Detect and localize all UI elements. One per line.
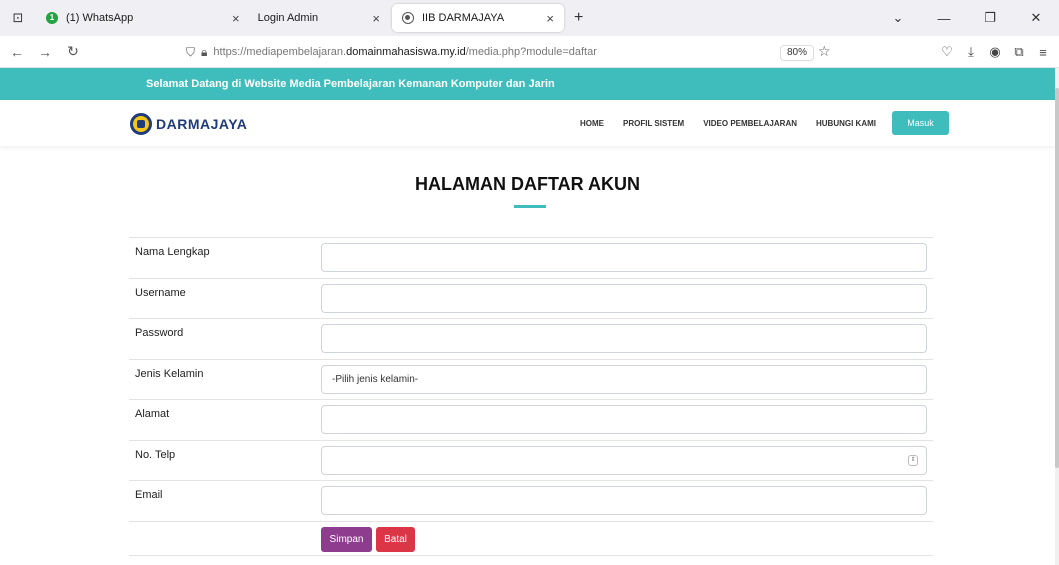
reload-icon[interactable]: ↻ <box>62 43 84 60</box>
masuk-button[interactable]: Masuk <box>892 111 949 135</box>
tab-whatsapp[interactable]: 1 (1) WhatsApp <box>36 4 222 32</box>
close-window-icon[interactable]: ✕ <box>1013 10 1059 26</box>
new-tab-button[interactable]: + <box>574 9 583 27</box>
window-controls: ⌄ — ❐ ✕ <box>875 0 1059 36</box>
username-input[interactable] <box>321 283 927 313</box>
welcome-banner: Selamat Datang di Website Media Pembelaj… <box>0 68 1055 100</box>
menu-video-pembelajaran[interactable]: VIDEO PEMBELAJARAN <box>703 119 797 128</box>
tab-label: Login Admin <box>257 12 319 24</box>
page-content: Selamat Datang di Website Media Pembelaj… <box>0 68 1055 565</box>
forward-icon[interactable]: → <box>34 44 56 60</box>
form-row-jenis-kelamin: Jenis Kelamin -Pilih jenis kelamin- <box>129 358 933 400</box>
url-domain: domainmahasiswa.my.id <box>346 46 466 58</box>
logo-emblem-icon <box>130 112 152 135</box>
url-base: https://mediapembelajaran. <box>213 46 347 58</box>
alamat-input[interactable] <box>321 405 927 434</box>
globe-icon <box>402 12 414 24</box>
field-label: No. Telp <box>135 448 176 461</box>
bookmark-star-icon[interactable]: ☆ <box>818 43 831 60</box>
field-label: Alamat <box>135 408 170 420</box>
url-bar[interactable]: ⛉ 🔒︎ https://mediapembelajaran. domainmah… <box>186 40 846 64</box>
form-row-alamat: Alamat <box>129 399 933 440</box>
field-label: Jenis Kelamin <box>135 367 204 380</box>
logo-name: DARMAJAYA <box>156 116 248 132</box>
title-underline <box>514 205 546 208</box>
browser-toolbar: ♡ ⤓ ◉ ⧉ ≡ <box>935 36 1055 68</box>
scrollbar-thumb[interactable] <box>1055 88 1059 468</box>
chevron-down-icon[interactable]: ⌄ <box>875 10 921 26</box>
pocket-icon[interactable]: ♡ <box>935 44 959 60</box>
form-row-email: Email <box>129 480 933 521</box>
batal-button[interactable]: Batal <box>376 526 415 552</box>
browser-tab-bar: ⊡ 1 (1) WhatsApp × Login Admin × IIB DAR… <box>0 0 1059 36</box>
field-label: Email <box>135 489 163 501</box>
restore-icon[interactable]: ❐ <box>967 10 1013 26</box>
zoom-level[interactable]: 80% <box>780 45 815 61</box>
browser-nav-bar: ← → ↻ ⛉ 🔒︎ https://mediapembelajaran. dom… <box>0 36 1059 68</box>
close-icon[interactable]: × <box>546 11 554 26</box>
menu-hubungi-kami[interactable]: HUBUNGI KAMI <box>816 119 876 128</box>
no-telp-input[interactable]: ⇕ <box>321 445 927 475</box>
menu-home[interactable]: HOME <box>580 119 604 128</box>
menu-icon[interactable]: ≡ <box>1031 45 1055 60</box>
close-icon[interactable]: × <box>232 11 240 26</box>
form-row-no-telp: No. Telp ⇕ <box>129 439 933 481</box>
form-row-username: Username <box>129 277 933 319</box>
shield-icon[interactable]: ⛉ <box>186 45 195 60</box>
back-icon[interactable]: ← <box>6 44 28 60</box>
tab-label: (1) WhatsApp <box>66 12 134 24</box>
registration-form: Nama Lengkap Username Password Jenis Kel… <box>129 237 933 556</box>
tab-label: IIB DARMAJAYA <box>422 12 505 24</box>
email-input[interactable] <box>321 486 927 515</box>
jenis-kelamin-select[interactable]: -Pilih jenis kelamin- <box>321 364 927 394</box>
simpan-button[interactable]: Simpan <box>321 526 372 552</box>
logo-subtitle <box>156 131 247 136</box>
main-menu: HOME PROFIL SISTEM VIDEO PEMBELAJARAN HU… <box>580 111 949 135</box>
number-spinner-icon[interactable]: ⇕ <box>908 454 918 466</box>
page-scrollbar[interactable] <box>1055 68 1059 565</box>
extensions-icon[interactable]: ⧉ <box>1007 44 1031 60</box>
field-label: Username <box>135 286 186 299</box>
tab-login-admin[interactable]: × Login Admin × <box>222 4 390 32</box>
field-label: Password <box>135 327 184 339</box>
form-row-password: Password <box>129 318 933 359</box>
site-header: DARMAJAYA HOME PROFIL SISTEM VIDEO PEMBE… <box>0 100 1055 146</box>
tab-iib-darmajaya[interactable]: IIB DARMAJAYA × <box>392 4 564 32</box>
password-input[interactable] <box>321 324 927 353</box>
site-logo[interactable]: DARMAJAYA <box>130 111 247 136</box>
account-icon[interactable]: ◉ <box>983 44 1007 60</box>
download-icon[interactable]: ⤓ <box>959 44 983 60</box>
lock-icon[interactable]: 🔒︎ <box>201 45 207 60</box>
menu-profil-sistem[interactable]: PROFIL SISTEM <box>623 119 684 128</box>
logo-text: DARMAJAYA <box>156 111 247 136</box>
url-path: /media.php?module=daftar <box>465 46 597 58</box>
nama-lengkap-input[interactable] <box>321 243 927 272</box>
form-row-nama-lengkap: Nama Lengkap <box>129 237 933 278</box>
field-label: Nama Lengkap <box>135 246 210 258</box>
whatsapp-badge-icon: 1 <box>46 12 58 24</box>
close-icon[interactable]: × <box>372 11 380 26</box>
tab-list-icon[interactable]: ⊡ <box>0 0 36 36</box>
minimize-icon[interactable]: — <box>921 11 967 26</box>
form-row-actions: Simpan Batal <box>129 520 933 556</box>
page-title: HALAMAN DAFTAR AKUN <box>415 174 640 194</box>
